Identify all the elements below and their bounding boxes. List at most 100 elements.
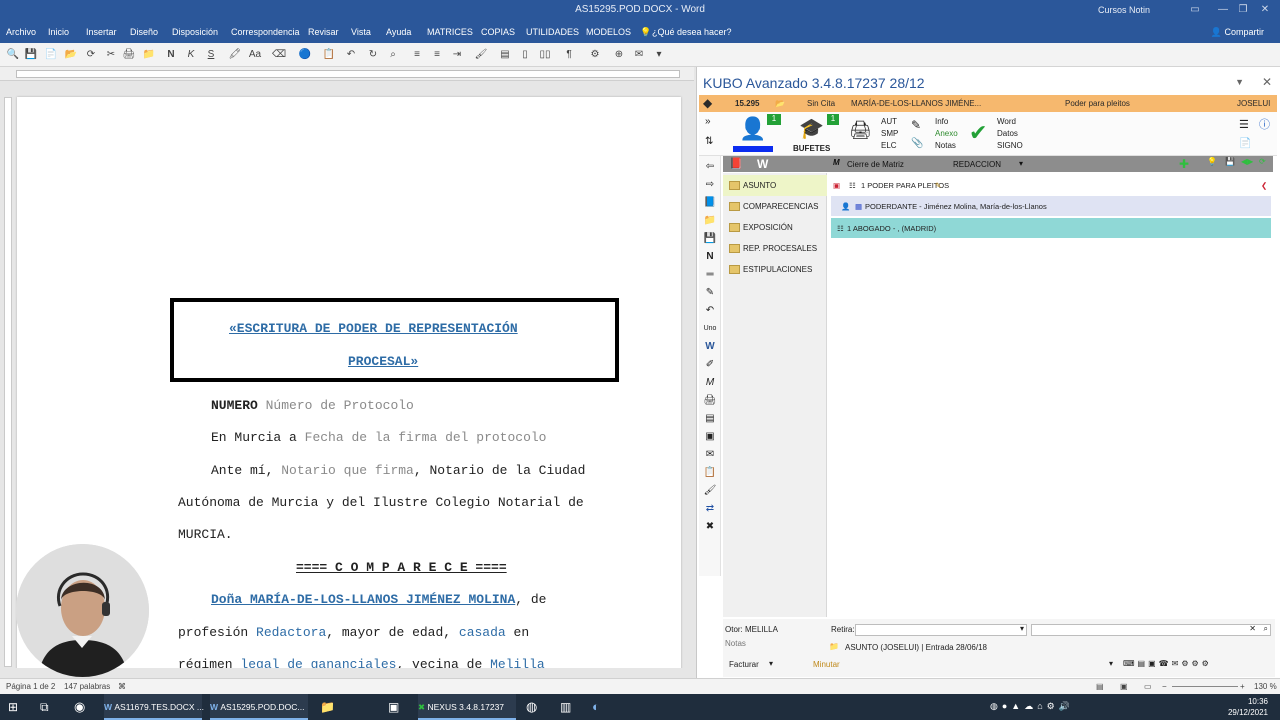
- tab-matrices[interactable]: MATRICES: [427, 27, 473, 37]
- page-count[interactable]: Página 1 de 2: [6, 682, 55, 691]
- tab-modelos[interactable]: MODELOS: [586, 27, 631, 37]
- undo-icon[interactable]: ↶: [344, 48, 358, 62]
- indent-icon[interactable]: ⇥: [450, 48, 464, 62]
- paperclip-icon[interactable]: 📎: [911, 138, 923, 149]
- task-view-icon[interactable]: ⧉: [40, 700, 49, 720]
- font-size-icon[interactable]: Aa: [248, 48, 262, 62]
- case-number[interactable]: 15.295: [735, 99, 759, 108]
- refresh-icon[interactable]: ⟳: [84, 48, 98, 62]
- minutar-button[interactable]: Minutar: [813, 660, 840, 669]
- sort-icon[interactable]: ⇅: [705, 136, 713, 147]
- facturar-dropdown-icon[interactable]: ▾: [769, 659, 773, 668]
- tab-inicio[interactable]: Inicio: [48, 27, 69, 37]
- row-poder[interactable]: ▣ ☷ 1 PODER PARA PLEITOS ✎ ❮: [831, 175, 1271, 195]
- read-mode-icon[interactable]: ▤: [1096, 682, 1104, 691]
- stack-icon[interactable]: ▤: [703, 412, 717, 426]
- new-document-icon[interactable]: 📄: [44, 48, 58, 62]
- disk-icon[interactable]: 💾: [703, 232, 717, 246]
- taskbar-app-doc2[interactable]: W AS15295.POD.DOC...: [210, 694, 308, 720]
- arrow-right-icon[interactable]: ⇨: [703, 178, 717, 192]
- print-icon[interactable]: 🖨: [122, 48, 136, 62]
- brush-small-icon[interactable]: 🖌: [703, 484, 717, 498]
- tab-disposicion[interactable]: Disposición: [172, 27, 218, 37]
- case-client[interactable]: MARÍA-DE-LOS-LLANOS JIMÉNE...: [851, 99, 981, 108]
- search-icon[interactable]: 🔍: [6, 48, 20, 62]
- share-button[interactable]: 👤 Compartir: [1211, 27, 1264, 38]
- notary-field[interactable]: Notario que firma: [281, 463, 414, 478]
- client-button[interactable]: 👤 1: [731, 114, 781, 154]
- envelope-icon[interactable]: ✉: [703, 448, 717, 462]
- text-line-5[interactable]: MURCIA.: [178, 527, 233, 542]
- ribbon-display-icon[interactable]: ▭: [1188, 3, 1202, 17]
- file-explorer-icon[interactable]: 📁: [320, 700, 335, 720]
- tell-me-search[interactable]: ¿Qué desea hacer?: [652, 27, 732, 37]
- panel-options-icon[interactable]: ▼: [1235, 77, 1244, 87]
- paste-icon[interactable]: 📋: [322, 48, 336, 62]
- aut-smp-elc[interactable]: AUT SMP ELC: [881, 116, 898, 152]
- chrome-icon[interactable]: ◍: [526, 699, 537, 720]
- arrow-left-icon[interactable]: ⇦: [703, 160, 717, 174]
- uno-icon[interactable]: Uno: [703, 322, 717, 336]
- title-line-1[interactable]: «ESCRITURA DE PODER DE REPRESENTACIÓN: [229, 321, 518, 336]
- underline-icon[interactable]: S: [204, 48, 218, 62]
- save-icon[interactable]: 💾: [24, 48, 38, 62]
- case-cita[interactable]: Sin Cita: [807, 99, 835, 108]
- word-count[interactable]: 147 palabras: [64, 682, 110, 691]
- taskbar-app-nexus[interactable]: ✖ NEXUS 3.4.8.17237: [418, 694, 516, 720]
- nav-comparecencias[interactable]: COMPARECENCIAS: [723, 196, 827, 217]
- system-tray-icons[interactable]: ◍●▲☁⌂⚙🔊: [990, 701, 1074, 720]
- notas-label[interactable]: Notas: [725, 639, 746, 648]
- kubo-close-icon[interactable]: ✕: [1262, 75, 1272, 89]
- open-folder-icon[interactable]: 📂: [64, 48, 78, 62]
- nav-rep-procesales[interactable]: REP. PROCESALES: [723, 238, 827, 259]
- nav-estipulaciones[interactable]: ESTIPULACIONES: [723, 259, 827, 280]
- page-view-icon[interactable]: ▯: [518, 48, 532, 62]
- city-field[interactable]: Melilla: [490, 657, 545, 668]
- tab-archivo[interactable]: Archivo: [6, 27, 36, 37]
- pencil-icon[interactable]: ✎: [703, 286, 717, 300]
- cierre-matriz[interactable]: Cierre de Matriz: [847, 160, 904, 169]
- text-line-4[interactable]: Autónoma de Murcia y del Ilustre Colegio…: [178, 495, 584, 510]
- app-window-icon[interactable]: ▣: [388, 700, 399, 720]
- horizontal-ruler[interactable]: [0, 67, 694, 81]
- bottom-toolbar-icons[interactable]: ⌨▤▣☎✉⚙⚙⚙: [1123, 659, 1212, 668]
- row-poderdante[interactable]: 👤 ▦ PODERDANTE - Jiménez Molina, María-d…: [831, 196, 1271, 216]
- web-layout-icon[interactable]: ▭: [1144, 682, 1152, 691]
- highlight-icon[interactable]: 🖍: [228, 48, 242, 62]
- bufetes-button[interactable]: 🎓 BUFETES 1: [791, 114, 839, 154]
- minimize-icon[interactable]: —: [1216, 3, 1230, 17]
- vertical-ruler[interactable]: [4, 97, 12, 667]
- maximize-icon[interactable]: ❐: [1236, 3, 1250, 17]
- signed-in-user[interactable]: Cursos Notin: [1098, 5, 1150, 15]
- customize-toolbar-icon[interactable]: ▾: [652, 48, 666, 62]
- folder-small-icon[interactable]: 📁: [703, 214, 717, 228]
- person-name[interactable]: Doña MARÍA-DE-LOS-LLANOS JIMÉNEZ MOLINA: [211, 592, 515, 607]
- app-icon[interactable]: ▥: [560, 700, 571, 720]
- find-icon[interactable]: ⌕: [386, 48, 400, 62]
- check-icon[interactable]: ✔: [969, 120, 987, 146]
- numero-line[interactable]: NUMERO Número de Protocolo: [211, 398, 414, 413]
- style-icon[interactable]: 🔵: [298, 48, 312, 62]
- printer-icon[interactable]: 🖨: [849, 120, 872, 141]
- edge-icon[interactable]: ◐: [592, 699, 600, 720]
- zoom-in-icon[interactable]: +: [1240, 682, 1245, 691]
- folder-icon[interactable]: 📁: [142, 48, 156, 62]
- ante-line[interactable]: Ante mí, Notario que firma, Notario de l…: [211, 463, 586, 478]
- save-small-icon[interactable]: 💾: [1225, 157, 1235, 166]
- row-abogado[interactable]: ☷ 1 ABOGADO - , (MADRID): [831, 218, 1271, 238]
- layout-icon[interactable]: ▤: [498, 48, 512, 62]
- info-label[interactable]: Info: [935, 116, 958, 128]
- collapse-icon[interactable]: »: [705, 116, 711, 127]
- cross-color-icon[interactable]: ✖: [703, 520, 717, 534]
- place-line[interactable]: En Murcia a Fecha de la firma del protoc…: [211, 430, 546, 445]
- transfer-icon[interactable]: ⇄: [703, 502, 717, 516]
- title-line-2[interactable]: PROCESAL»: [348, 354, 418, 369]
- tab-vista[interactable]: Vista: [351, 27, 371, 37]
- redaccion-dropdown-icon[interactable]: ▾: [1019, 159, 1023, 168]
- person-line[interactable]: Doña MARÍA-DE-LOS-LLANOS JIMÉNEZ MOLINA,…: [211, 592, 546, 607]
- civil-status-field[interactable]: casada: [459, 625, 506, 640]
- profession-line[interactable]: profesión Redactora, mayor de edad, casa…: [178, 625, 529, 640]
- word-datos-signo[interactable]: Word Datos SIGNO: [997, 116, 1023, 152]
- tab-revisar[interactable]: Revisar: [308, 27, 339, 37]
- align-center-icon[interactable]: ≡: [430, 48, 444, 62]
